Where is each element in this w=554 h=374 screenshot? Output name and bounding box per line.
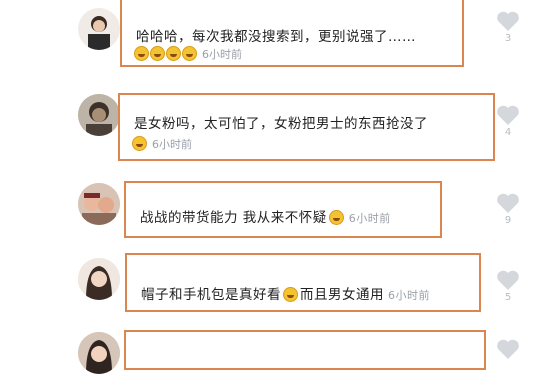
like-button[interactable]: 9 <box>496 192 520 226</box>
avatar[interactable] <box>78 94 120 136</box>
comment-card: 是女粉吗，太可怕了，女粉把男士的东西抢没了 6小时前 <box>118 93 495 161</box>
comment-text: 战战的带货能力 我从来不怀疑 6小时前 <box>140 206 391 226</box>
comment-text-tail: 而且男女通用 <box>300 287 384 303</box>
comment-text: 帽子和手机包是真好看 而且男女通用 6小时前 <box>141 283 430 303</box>
comment-meta: 6小时前 <box>134 46 242 62</box>
like-count: 5 <box>504 292 512 303</box>
like-count: 4 <box>504 127 512 138</box>
heart-icon <box>497 105 519 125</box>
like-button[interactable]: 5 <box>496 269 520 303</box>
laughing-emoji-icon <box>283 287 298 302</box>
comment-text: 是女粉吗，太可怕了，女粉把男士的东西抢没了 <box>134 116 428 132</box>
heart-icon <box>497 270 519 290</box>
comment-text: 哈哈哈，每次我都没搜索到，更别说强了…… <box>136 29 416 45</box>
avatar[interactable] <box>78 258 120 300</box>
laughing-emoji-icon <box>150 46 165 61</box>
laughing-emoji-icon <box>182 46 197 61</box>
comment-time: 6小时前 <box>348 212 391 225</box>
comment-card: 战战的带货能力 我从来不怀疑 6小时前 <box>124 181 442 238</box>
laughing-emoji-icon <box>134 46 149 61</box>
like-button[interactable]: 3 <box>496 10 520 44</box>
avatar[interactable] <box>78 8 120 50</box>
comment-time: 6小时前 <box>388 289 430 302</box>
comment-meta: 6小时前 <box>132 136 192 152</box>
comment-text-body: 战战的带货能力 我从来不怀疑 <box>140 210 327 226</box>
like-count: 9 <box>504 215 512 226</box>
comment-card <box>124 330 486 370</box>
heart-icon <box>497 193 519 213</box>
laughing-emoji-icon <box>166 46 181 61</box>
comment-time: 6小时前 <box>202 48 242 61</box>
like-count: 3 <box>504 33 512 44</box>
comment-card: 帽子和手机包是真好看 而且男女通用 6小时前 <box>125 253 481 312</box>
laughing-emoji-icon <box>132 136 147 151</box>
comment-text-body: 帽子和手机包是真好看 <box>141 287 281 303</box>
avatar[interactable] <box>78 332 120 374</box>
heart-icon <box>497 11 519 31</box>
comment-card: 哈哈哈，每次我都没搜索到，更别说强了…… 6小时前 <box>120 0 464 67</box>
comment-time: 6小时前 <box>152 138 192 151</box>
laughing-emoji-icon <box>328 210 344 225</box>
like-button[interactable]: 4 <box>496 104 520 138</box>
avatar[interactable] <box>78 183 120 225</box>
